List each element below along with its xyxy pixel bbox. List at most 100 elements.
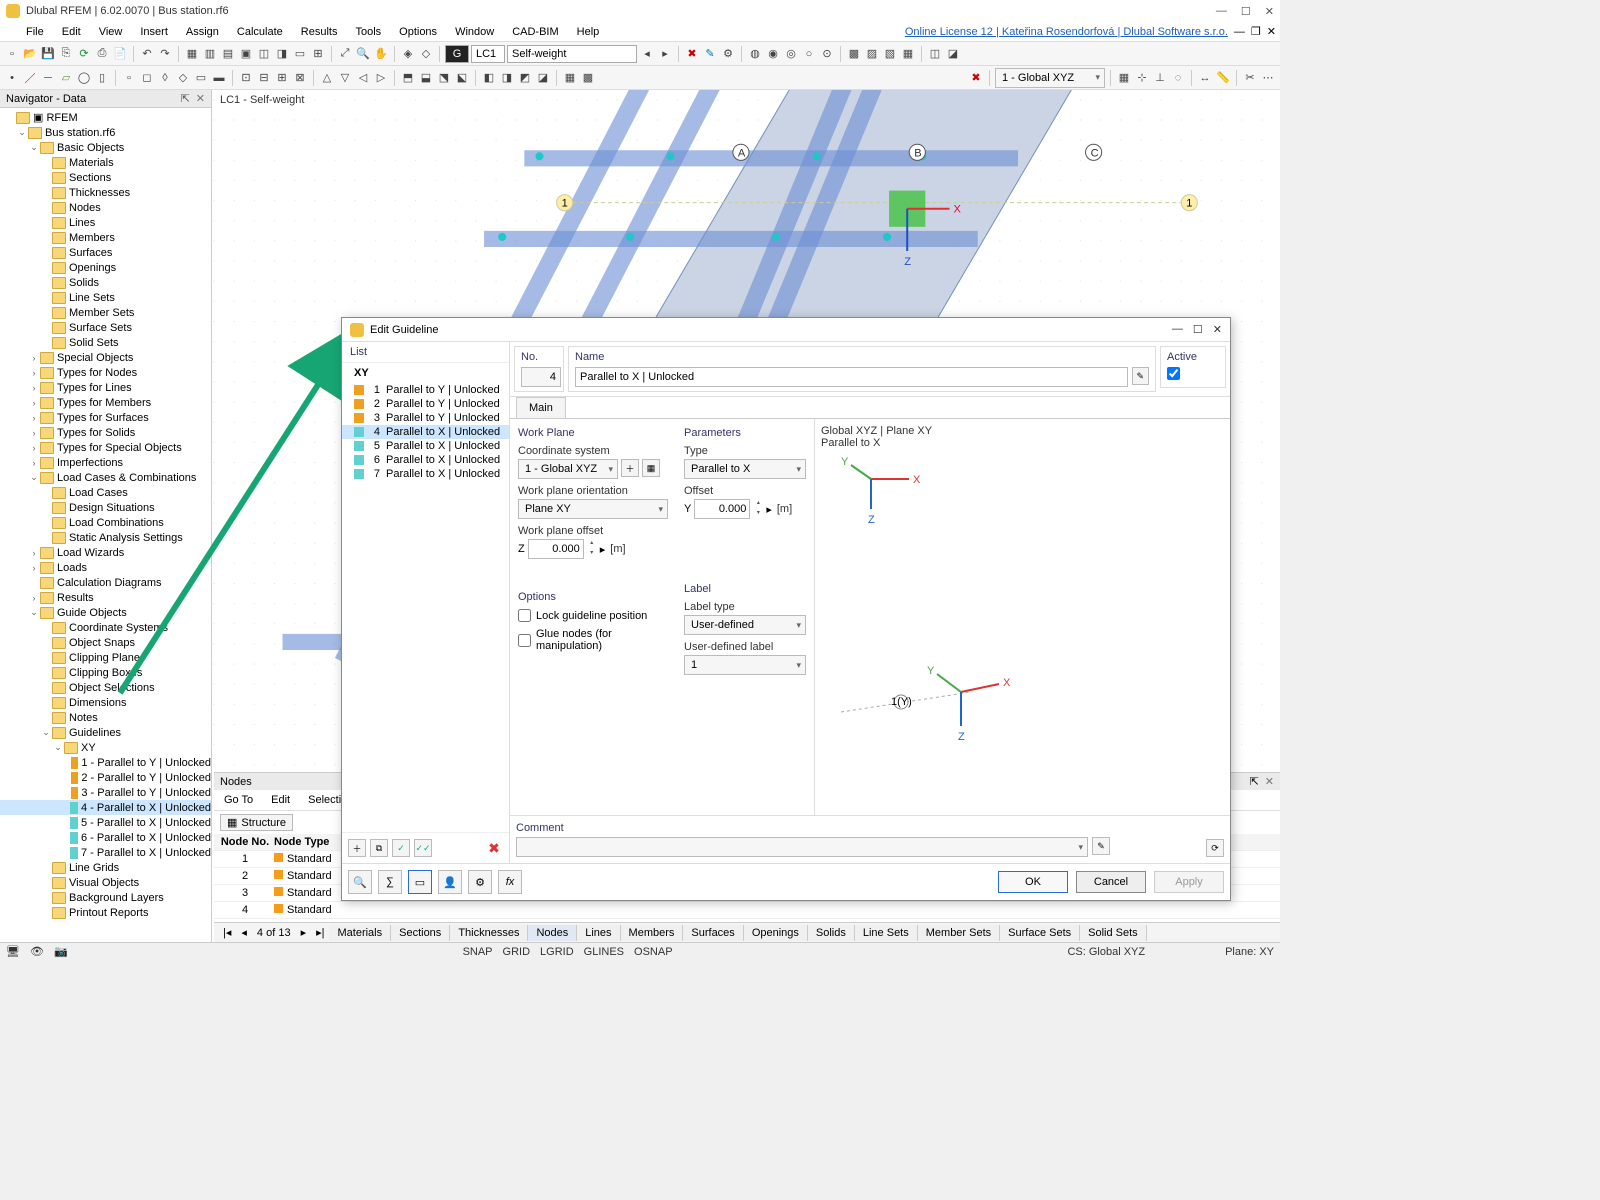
t-t[interactable]: ◨ bbox=[499, 70, 515, 86]
t-f[interactable]: ▬ bbox=[211, 70, 227, 86]
tree-item[interactable]: Printout Reports bbox=[0, 905, 211, 920]
dialog-list-item[interactable]: 6Parallel to X | Unlocked bbox=[342, 453, 509, 467]
dialog-minimize-icon[interactable]: — bbox=[1172, 323, 1183, 336]
new-icon[interactable]: ▫ bbox=[4, 46, 20, 62]
more-icon[interactable]: ⋯ bbox=[1260, 70, 1276, 86]
t-c[interactable]: ◊ bbox=[157, 70, 173, 86]
tree-item[interactable]: Materials bbox=[0, 155, 211, 170]
member-icon[interactable]: ─ bbox=[40, 70, 56, 86]
tree-item[interactable]: ⌄Guide Objects bbox=[0, 605, 211, 620]
display1-icon[interactable]: ◍ bbox=[747, 46, 763, 62]
menu-options[interactable]: Options bbox=[391, 24, 445, 40]
status-lgrid[interactable]: LGRID bbox=[540, 946, 574, 958]
table-row[interactable]: 4Standard bbox=[214, 902, 1280, 919]
report-icon[interactable]: 📄 bbox=[112, 46, 128, 62]
lc-prev-icon[interactable]: ◂ bbox=[639, 46, 655, 62]
list-checkall-icon[interactable]: ✓✓ bbox=[414, 839, 432, 857]
tree-item[interactable]: Surface Sets bbox=[0, 320, 211, 335]
status-grid[interactable]: GRID bbox=[503, 946, 531, 958]
menu-assign[interactable]: Assign bbox=[178, 24, 227, 40]
save-icon[interactable]: 💾 bbox=[40, 46, 56, 62]
t-r[interactable]: ⬕ bbox=[454, 70, 470, 86]
tree-item[interactable]: 1 - Parallel to Y | Unlocked bbox=[0, 755, 211, 770]
measure-icon[interactable]: 📏 bbox=[1215, 70, 1231, 86]
bottom-tab[interactable]: Lines bbox=[577, 925, 620, 941]
t-k[interactable]: △ bbox=[319, 70, 335, 86]
view4-icon[interactable]: ▣ bbox=[238, 46, 254, 62]
t-u[interactable]: ◩ bbox=[517, 70, 533, 86]
panel-close-icon[interactable]: ✕ bbox=[196, 92, 205, 105]
menu-calculate[interactable]: Calculate bbox=[229, 24, 291, 40]
param-offset-field[interactable] bbox=[694, 499, 750, 519]
shade-icon[interactable]: ▩ bbox=[580, 70, 596, 86]
dialog-list-item[interactable]: 1Parallel to Y | Unlocked bbox=[342, 383, 509, 397]
tree-item[interactable]: Thicknesses bbox=[0, 185, 211, 200]
lc-next-icon[interactable]: ▸ bbox=[657, 46, 673, 62]
bottom-tab[interactable]: Solids bbox=[808, 925, 855, 941]
dialog-close-icon[interactable]: ✕ bbox=[1213, 323, 1222, 336]
preview-refresh-icon[interactable]: ⟳ bbox=[1206, 839, 1224, 857]
tree-item[interactable]: Object Snaps bbox=[0, 635, 211, 650]
structure-button[interactable]: ▦ Structure bbox=[220, 814, 293, 831]
tree-item[interactable]: Design Situations bbox=[0, 500, 211, 515]
tree-item[interactable]: ⌄Bus station.rf6 bbox=[0, 125, 211, 140]
view7-icon[interactable]: ▭ bbox=[292, 46, 308, 62]
tree-item[interactable]: Member Sets bbox=[0, 305, 211, 320]
fit-icon[interactable]: ⤢ bbox=[337, 46, 353, 62]
list-check-icon[interactable]: ✓ bbox=[392, 839, 410, 857]
print-icon[interactable]: ⎙ bbox=[94, 46, 110, 62]
tab-main[interactable]: Main bbox=[516, 397, 566, 418]
page-last-icon[interactable]: ▸| bbox=[311, 926, 329, 939]
tree-item[interactable]: ⌄Guidelines bbox=[0, 725, 211, 740]
display2-icon[interactable]: ◉ bbox=[765, 46, 781, 62]
persp-icon[interactable]: ◇ bbox=[418, 46, 434, 62]
tree-item[interactable]: Object Selections bbox=[0, 680, 211, 695]
tree-item[interactable]: 6 - Parallel to X | Unlocked bbox=[0, 830, 211, 845]
tree-item[interactable]: 5 - Parallel to X | Unlocked bbox=[0, 815, 211, 830]
load-edit-icon[interactable]: ✎ bbox=[702, 46, 718, 62]
foot-person-icon[interactable]: 👤 bbox=[438, 870, 462, 894]
tree-item[interactable]: Line Grids bbox=[0, 860, 211, 875]
tree-item[interactable]: ›Types for Lines bbox=[0, 380, 211, 395]
view3-icon[interactable]: ▤ bbox=[220, 46, 236, 62]
dialog-list-item[interactable]: 3Parallel to Y | Unlocked bbox=[342, 411, 509, 425]
tree-item[interactable]: ›Results bbox=[0, 590, 211, 605]
t-s[interactable]: ◧ bbox=[481, 70, 497, 86]
labeltype-dropdown[interactable]: User-defined bbox=[684, 615, 806, 635]
dialog-list-item[interactable]: 5Parallel to X | Unlocked bbox=[342, 439, 509, 453]
foot-search-icon[interactable]: 🔍 bbox=[348, 870, 372, 894]
tree-item[interactable]: Line Sets bbox=[0, 290, 211, 305]
page-first-icon[interactable]: |◂ bbox=[218, 926, 236, 939]
t-b[interactable]: ◻ bbox=[139, 70, 155, 86]
list-delete-icon[interactable]: ✖ bbox=[485, 839, 503, 857]
render2-icon[interactable]: ▨ bbox=[864, 46, 880, 62]
t-e[interactable]: ▭ bbox=[193, 70, 209, 86]
del-icon[interactable]: ✖ bbox=[968, 70, 984, 86]
tree-item[interactable]: Openings bbox=[0, 260, 211, 275]
t-a[interactable]: ▫ bbox=[121, 70, 137, 86]
tree-item[interactable]: ›Loads bbox=[0, 560, 211, 575]
page-next-icon[interactable]: ▸ bbox=[296, 926, 312, 939]
tree-item[interactable]: ›Types for Special Objects bbox=[0, 440, 211, 455]
render3-icon[interactable]: ▧ bbox=[882, 46, 898, 62]
zoom-icon[interactable]: 🔍 bbox=[355, 46, 371, 62]
menu-cadbim[interactable]: CAD-BIM bbox=[504, 24, 566, 40]
tree-item[interactable]: ›Types for Nodes bbox=[0, 365, 211, 380]
load-opts-icon[interactable]: ⚙ bbox=[720, 46, 736, 62]
menu-edit[interactable]: Edit bbox=[54, 24, 89, 40]
tree-item[interactable]: Dimensions bbox=[0, 695, 211, 710]
lc-name[interactable]: Self-weight bbox=[507, 45, 637, 63]
mdi-minimize-icon[interactable]: — bbox=[1234, 26, 1245, 38]
userlabel-dropdown[interactable]: 1 bbox=[684, 655, 806, 675]
saveas-icon[interactable]: ⎘ bbox=[58, 46, 74, 62]
tree-item[interactable]: ›Load Wizards bbox=[0, 545, 211, 560]
window-maximize-icon[interactable]: ☐ bbox=[1241, 5, 1251, 18]
tree-item[interactable]: ▣ RFEM bbox=[0, 110, 211, 125]
tree-item[interactable]: ›Special Objects bbox=[0, 350, 211, 365]
dialog-titlebar[interactable]: Edit Guideline — ☐ ✕ bbox=[342, 318, 1230, 342]
menu-window[interactable]: Window bbox=[447, 24, 502, 40]
tree-item[interactable]: Sections bbox=[0, 170, 211, 185]
t-q[interactable]: ⬔ bbox=[436, 70, 452, 86]
tree-item[interactable]: Coordinate Systems bbox=[0, 620, 211, 635]
dialog-maximize-icon[interactable]: ☐ bbox=[1193, 323, 1203, 336]
